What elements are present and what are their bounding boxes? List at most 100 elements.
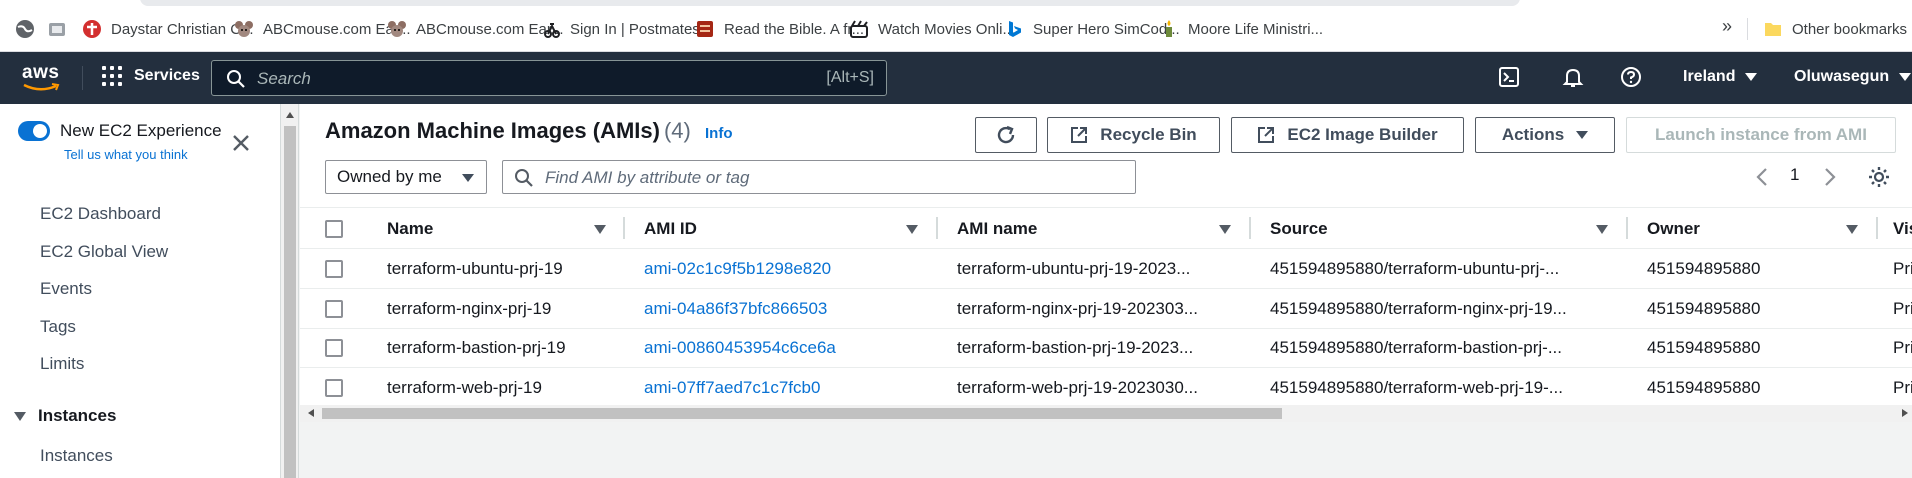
sort-caret-icon[interactable]	[594, 225, 606, 234]
scroll-left-arrow-icon[interactable]	[308, 409, 314, 417]
bookmark-moore-life[interactable]: Moore Life Ministri...	[1159, 18, 1323, 40]
cell-ami-name: terraform-ubuntu-prj-19-2023...	[957, 259, 1191, 278]
sort-caret-icon[interactable]	[1846, 225, 1858, 234]
column-divider[interactable]	[1249, 217, 1251, 239]
globe-icon[interactable]	[14, 18, 36, 40]
bookmark-daystar[interactable]: Daystar Christian C...	[82, 18, 254, 40]
column-header-ami-name[interactable]: AMI name	[957, 219, 1037, 239]
sidebar-item-instances[interactable]: Instances	[40, 446, 113, 466]
feedback-link[interactable]: Tell us what you think	[64, 147, 188, 162]
actions-dropdown-button[interactable]: Actions	[1475, 117, 1615, 153]
table-row[interactable]: terraform-ubuntu-prj-19 ami-02c1c9f5b129…	[300, 249, 1912, 289]
sidebar: New EC2 Experience Tell us what you thin…	[0, 104, 281, 478]
sort-caret-icon[interactable]	[1596, 225, 1608, 234]
cell-owner: 451594895880	[1647, 299, 1761, 318]
sidebar-item-events[interactable]: Events	[40, 279, 92, 299]
cloudshell-icon[interactable]	[1498, 66, 1520, 88]
other-bookmarks[interactable]: Other bookmarks	[1763, 18, 1907, 40]
column-divider[interactable]	[1626, 217, 1628, 239]
aws-logo[interactable]: aws	[22, 62, 62, 92]
cell-visibility: Pri	[1893, 299, 1912, 318]
bookmark-movies[interactable]: Watch Movies Onli...	[849, 18, 1015, 40]
table-horizontal-scrollbar[interactable]	[300, 405, 1912, 422]
column-header-visibility[interactable]: Vis	[1893, 219, 1912, 239]
ami-filter-input[interactable]: Find AMI by attribute or tag	[502, 160, 1136, 194]
table-row[interactable]: terraform-bastion-prj-19 ami-00860453954…	[300, 328, 1912, 368]
button-label: Launch instance from AMI	[1655, 125, 1867, 144]
column-divider[interactable]	[936, 217, 938, 239]
notifications-bell-icon[interactable]	[1562, 66, 1584, 88]
mouse-icon	[235, 21, 253, 37]
ami-count: (4)	[663, 118, 691, 143]
table-row[interactable]: terraform-nginx-prj-19 ami-04a86f37bfc86…	[300, 289, 1912, 329]
ec2-image-builder-button[interactable]: EC2 Image Builder	[1231, 117, 1464, 153]
sort-caret-icon[interactable]	[1219, 225, 1231, 234]
scroll-right-arrow-icon[interactable]	[1902, 409, 1908, 417]
external-link-icon	[1258, 127, 1275, 143]
column-header-source[interactable]: Source	[1270, 219, 1328, 239]
sidebar-item-tags[interactable]: Tags	[40, 317, 76, 337]
refresh-button[interactable]	[975, 117, 1037, 153]
sidebar-section-instances[interactable]: Instances	[14, 406, 116, 426]
cell-ami-id-link[interactable]: ami-00860453954c6ce6a	[644, 338, 934, 358]
bookmark-abcmouse-2[interactable]: ABCmouse.com Ear...	[387, 18, 564, 40]
aws-logo-text: aws	[22, 62, 60, 83]
new-experience-toggle[interactable]	[18, 121, 50, 141]
caret-down-icon	[1899, 73, 1912, 81]
cell-ami-id-link[interactable]: ami-07ff7aed7c1c7fcb0	[644, 378, 934, 398]
scroll-up-arrow-icon[interactable]	[286, 112, 294, 118]
bookmarks-divider	[1747, 18, 1748, 40]
row-checkbox[interactable]	[325, 379, 343, 397]
cell-ami-id-link[interactable]: ami-04a86f37bfc866503	[644, 299, 934, 319]
other-bookmarks-label: Other bookmarks	[1792, 20, 1908, 38]
sidebar-item-ec2-dashboard[interactable]: EC2 Dashboard	[40, 204, 161, 224]
owner-filter-select[interactable]: Owned by me	[325, 160, 487, 194]
region-selector[interactable]: Ireland	[1683, 68, 1758, 86]
caret-down-icon	[462, 174, 474, 182]
bookmark-superhero[interactable]: Super Hero SimCod...	[1004, 18, 1180, 40]
row-checkbox[interactable]	[325, 300, 343, 318]
scrollbar-thumb[interactable]	[322, 408, 1282, 419]
column-divider[interactable]	[623, 217, 625, 239]
sidebar-item-ec2-global-view[interactable]: EC2 Global View	[40, 242, 168, 262]
search-input[interactable]: Search [Alt+S]	[211, 60, 887, 96]
cell-ami-id-link[interactable]: ami-02c1c9f5b1298e820	[644, 259, 934, 279]
sort-caret-icon[interactable]	[906, 225, 918, 234]
chevron-left-icon[interactable]	[1753, 166, 1771, 188]
bible-icon	[697, 21, 713, 37]
help-icon[interactable]	[1620, 66, 1642, 88]
sidebar-scrollbar[interactable]	[281, 104, 299, 478]
select-all-checkbox[interactable]	[325, 220, 343, 238]
launch-instance-button[interactable]: Launch instance from AMI	[1626, 117, 1896, 153]
column-header-owner[interactable]: Owner	[1647, 219, 1700, 239]
scrollbar-thumb[interactable]	[284, 126, 296, 478]
sidebar-item-limits[interactable]: Limits	[40, 354, 84, 374]
folder-icon	[1765, 23, 1781, 36]
bookmark-bible[interactable]: Read the Bible. A fr...	[695, 18, 864, 40]
page-number[interactable]: 1	[1790, 165, 1799, 185]
cell-source: 451594895880/terraform-nginx-prj-19...	[1270, 299, 1567, 318]
bookmark-abcmouse-1[interactable]: ABCmouse.com Ear...	[234, 18, 411, 40]
info-link[interactable]: Info	[705, 125, 733, 142]
cell-ami-name: terraform-nginx-prj-19-202303...	[957, 299, 1198, 318]
bookmarks-bar: Daystar Christian C... ABCmouse.com Ear.…	[0, 0, 1912, 52]
gear-icon[interactable]	[1867, 165, 1891, 189]
page-icon[interactable]	[46, 18, 68, 40]
new-experience-label: New EC2 Experience	[60, 121, 222, 140]
bookmark-postmates[interactable]: Sign In | Postmates...	[541, 18, 712, 40]
table-row[interactable]: terraform-web-prj-19 ami-07ff7aed7c1c7fc…	[300, 368, 1912, 408]
row-checkbox[interactable]	[325, 260, 343, 278]
aws-smile-icon	[23, 83, 60, 91]
external-link-icon	[1071, 127, 1088, 143]
services-menu-button[interactable]: Services	[102, 66, 200, 86]
column-divider[interactable]	[1876, 217, 1878, 239]
bookmarks-overflow-button[interactable]: »	[1722, 16, 1732, 37]
account-menu[interactable]: Oluwasegun	[1794, 68, 1912, 86]
row-checkbox[interactable]	[325, 339, 343, 357]
recycle-bin-button[interactable]: Recycle Bin	[1047, 117, 1220, 153]
column-header-ami-id[interactable]: AMI ID	[644, 219, 697, 239]
chevron-right-icon[interactable]	[1821, 166, 1839, 188]
caret-down-icon	[1576, 131, 1589, 139]
close-icon[interactable]	[230, 132, 252, 154]
column-header-name[interactable]: Name	[387, 219, 433, 239]
